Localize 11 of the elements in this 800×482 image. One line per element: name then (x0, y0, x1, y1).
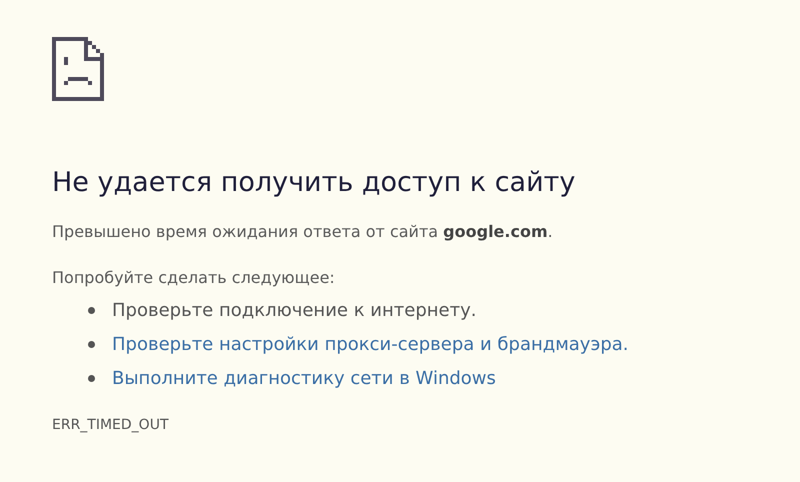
error-heading: Не удается получить доступ к сайту (52, 166, 576, 200)
bullet-icon (88, 306, 95, 314)
suggestion-link[interactable]: Выполните диагностику сети в Windows (112, 368, 496, 388)
error-message: Превышено время ожидания ответа от сайта google.com. (52, 221, 554, 243)
sad-page-icon (52, 37, 104, 101)
suggestion-link[interactable]: Проверьте настройки прокси-сервера и брандмауэра. (112, 334, 629, 354)
suggestions-intro: Попробуйте сделать следующее: (52, 267, 336, 289)
bullet-icon (88, 374, 95, 382)
suggestion-text: Проверьте подключение к интернету. (112, 300, 476, 320)
error-code: ERR_TIMED_OUT (52, 417, 170, 433)
bullet-icon (88, 340, 95, 348)
